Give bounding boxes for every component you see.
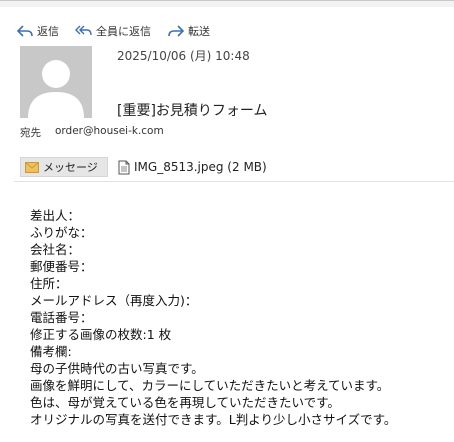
message-tab[interactable]: メッセージ	[20, 157, 108, 177]
reply-all-icon	[75, 25, 92, 36]
body-line: 電話番号：	[30, 310, 93, 325]
attachment-file-name: IMG_8513.jpeg (2 MB)	[134, 160, 267, 174]
body-line: 郵便番号：	[30, 259, 93, 274]
reply-label: 返信	[37, 25, 59, 38]
forward-label: 転送	[188, 25, 210, 38]
recipient-row: 宛先 order@housei-k.com	[20, 125, 164, 140]
envelope-icon	[25, 161, 39, 173]
message-body: 差出人： ふりがな： 会社名： 郵便番号： 住所： メールアドレス（再度入力)：…	[30, 207, 450, 428]
forward-button[interactable]: 転送	[167, 23, 210, 39]
body-line: 修正する画像の枚数:1 枚	[30, 327, 172, 342]
to-address[interactable]: order@housei-k.com	[55, 125, 164, 140]
header-divider	[14, 181, 454, 182]
mail-toolbar: 返信 全員に返信 転送	[16, 22, 210, 40]
body-line: メールアドレス（再度入力)：	[30, 293, 198, 308]
reply-all-label: 全員に返信	[96, 25, 151, 38]
body-line: 会社名：	[30, 242, 81, 257]
body-line: 色は、母が覚えている色を再現していただきたいです。	[30, 395, 340, 410]
message-subject: [重要]お見積りフォーム	[117, 103, 268, 119]
body-line: 母の子供時代の古い写真です。	[30, 361, 204, 376]
reply-all-button[interactable]: 全員に返信	[75, 23, 151, 39]
reply-button[interactable]: 返信	[16, 23, 59, 39]
body-line: オリジナルの写真を送付できます。L判より少し小さサイズです。	[30, 412, 397, 427]
reply-icon	[16, 25, 33, 37]
document-icon	[118, 160, 130, 174]
to-label: 宛先	[20, 127, 41, 139]
body-line: 差出人：	[30, 208, 81, 223]
body-line: ふりがな：	[30, 225, 93, 240]
window-top-edge	[0, 0, 454, 7]
message-date: 2025/10/06 (月) 10:48	[117, 49, 250, 63]
attachment-bar: メッセージ IMG_8513.jpeg (2 MB)	[20, 156, 267, 178]
person-silhouette-icon	[28, 60, 84, 118]
body-line: 備考欄:	[30, 344, 72, 359]
body-line: 住所：	[30, 276, 68, 291]
sender-avatar	[20, 46, 92, 118]
forward-icon	[168, 25, 185, 37]
body-line: 画像を鮮明にして、カラーにしていただきたいと考えています。	[30, 378, 390, 393]
message-tab-label: メッセージ	[43, 161, 98, 174]
attachment-file[interactable]: IMG_8513.jpeg (2 MB)	[118, 160, 267, 175]
